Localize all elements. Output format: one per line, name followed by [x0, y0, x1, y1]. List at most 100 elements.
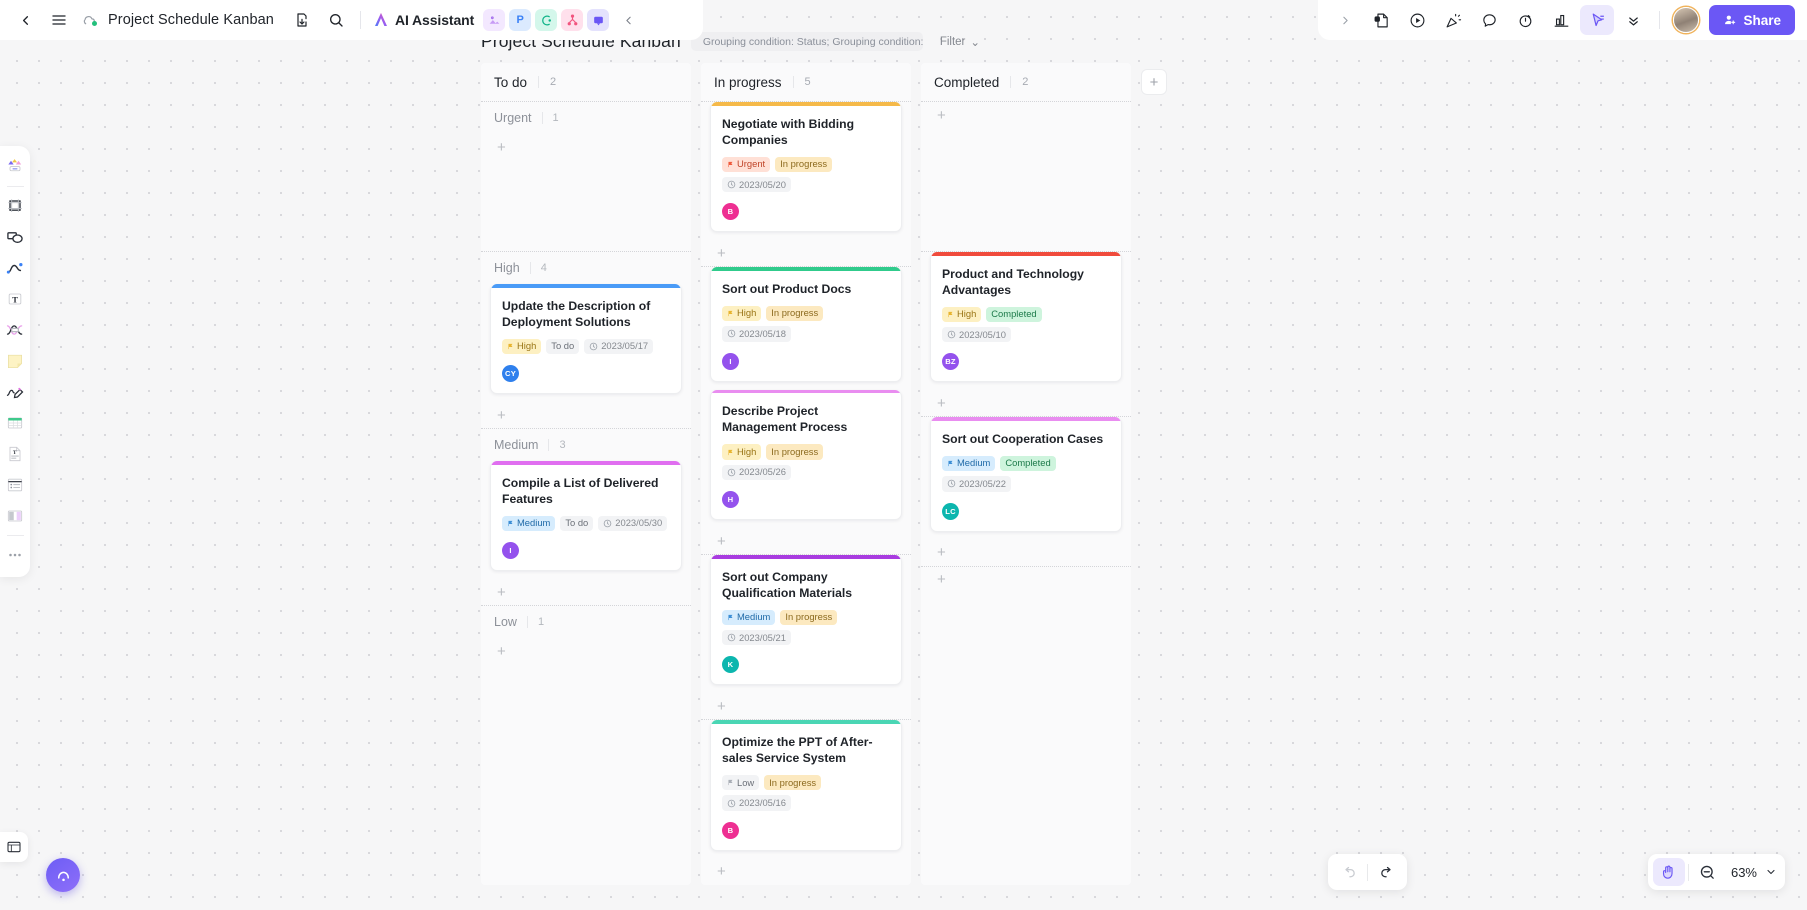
text-tool[interactable]: T — [2, 284, 28, 314]
shape-ellipse-tool[interactable] — [2, 222, 28, 252]
due-date-tag[interactable]: 2023/05/17 — [584, 338, 654, 355]
kanban-card[interactable]: Update the Description of Deployment Sol… — [490, 284, 682, 395]
card-assignee-avatar[interactable]: CY — [502, 365, 519, 383]
add-card-button[interactable]: + — [710, 528, 902, 554]
search-icon[interactable] — [319, 5, 353, 35]
user-avatar[interactable] — [1673, 7, 1700, 33]
due-date-tag[interactable]: 2023/05/26 — [722, 464, 791, 481]
zoom-out-icon[interactable] — [1692, 858, 1724, 886]
kanban-card[interactable]: Sort out Product Docs High In progress 2… — [710, 267, 902, 382]
card-assignee-avatar[interactable]: LC — [942, 502, 959, 520]
kanban-card[interactable]: Optimize the PPT of After-sales Service … — [710, 720, 902, 851]
undo-icon[interactable] — [1332, 858, 1364, 886]
kanban-card[interactable]: Compile a List of Delivered Features Med… — [490, 461, 682, 572]
shapes-tool[interactable] — [2, 152, 28, 182]
file-panel-icon[interactable] — [0, 832, 28, 862]
cursor-pointer-icon[interactable] — [1580, 5, 1615, 35]
column-header[interactable]: To do 2 — [481, 63, 691, 101]
expand-right-icon[interactable] — [1328, 5, 1362, 35]
document-title[interactable]: Project Schedule Kanban — [103, 9, 279, 31]
due-date-tag[interactable]: 2023/05/21 — [722, 630, 791, 646]
chat-app-icon[interactable] — [587, 9, 610, 31]
add-card-button[interactable]: + — [930, 102, 1122, 128]
status-tag[interactable]: In progress — [764, 775, 822, 791]
vote-chart-icon[interactable] — [1544, 5, 1578, 35]
priority-tag[interactable]: High — [722, 305, 762, 322]
celebrate-icon[interactable] — [1436, 5, 1470, 35]
back-button[interactable] — [8, 5, 42, 35]
filter-button[interactable]: Filter ⌄ — [933, 32, 987, 51]
ai-assistant-button[interactable]: AI Assistant — [368, 7, 481, 33]
present-play-icon[interactable] — [1400, 5, 1434, 35]
kanban-card[interactable]: Product and Technology Advantages High C… — [930, 252, 1122, 383]
speech-bubble-icon[interactable] — [1472, 5, 1506, 35]
draw-pencil-tool[interactable] — [2, 377, 28, 407]
priority-tag[interactable]: High — [502, 338, 542, 355]
priority-tag[interactable]: High — [722, 444, 762, 460]
card-assignee-avatar[interactable]: K — [722, 656, 739, 674]
due-date-tag[interactable]: 2023/05/18 — [722, 326, 791, 342]
due-date-tag[interactable]: 2023/05/30 — [598, 515, 668, 532]
add-card-button[interactable]: + — [710, 693, 902, 719]
status-tag[interactable]: In progress — [766, 444, 824, 460]
redo-icon[interactable] — [1371, 858, 1403, 886]
swimlane-header[interactable]: Low 1 — [490, 606, 682, 638]
comment-note-icon[interactable] — [1364, 5, 1398, 35]
add-card-button[interactable]: + — [490, 134, 682, 160]
priority-tag[interactable]: High — [942, 306, 982, 323]
status-tag[interactable]: To do — [560, 515, 594, 532]
help-assistant-icon[interactable] — [46, 858, 80, 892]
status-tag[interactable]: In progress — [766, 305, 824, 322]
column-header[interactable]: Completed 2 — [921, 63, 1131, 101]
add-card-button[interactable]: + — [930, 390, 1122, 416]
priority-tag[interactable]: Medium — [942, 455, 996, 472]
card-assignee-avatar[interactable]: I — [502, 542, 519, 560]
swimlane-header[interactable]: Medium 3 — [490, 429, 682, 461]
card-assignee-avatar[interactable]: B — [722, 203, 739, 221]
presentation-app-icon[interactable]: P — [509, 9, 532, 31]
swimlane-header[interactable]: Urgent 1 — [490, 102, 682, 134]
connector-tool[interactable] — [2, 315, 28, 345]
list-tool[interactable] — [2, 470, 28, 500]
add-column-button[interactable]: + — [1141, 69, 1167, 95]
swimlane-header[interactable]: High 4 — [490, 252, 682, 284]
card-assignee-avatar[interactable]: B — [722, 821, 739, 839]
status-tag[interactable]: In progress — [775, 156, 833, 173]
add-card-button[interactable]: + — [710, 240, 902, 266]
collapse-toolbar-button[interactable] — [611, 5, 645, 35]
hand-tool-icon[interactable] — [1652, 858, 1685, 886]
more-chevrons-icon[interactable] — [1616, 5, 1650, 35]
due-date-tag[interactable]: 2023/05/16 — [722, 795, 791, 811]
kanban-card[interactable]: Negotiate with Bidding Companies Urgent … — [710, 102, 902, 233]
zoom-level-label[interactable]: 63% — [1724, 865, 1762, 880]
add-card-button[interactable]: + — [710, 859, 902, 885]
due-date-tag[interactable]: 2023/05/10 — [942, 327, 1011, 343]
priority-tag[interactable]: Medium — [502, 515, 556, 532]
more-tools[interactable] — [2, 540, 28, 570]
priority-tag[interactable]: Low — [722, 775, 760, 791]
column-header[interactable]: In progress 5 — [701, 63, 911, 101]
status-tag[interactable]: In progress — [780, 609, 838, 626]
share-button[interactable]: Share — [1709, 5, 1795, 35]
due-date-tag[interactable]: 2023/05/22 — [942, 476, 1011, 492]
due-date-tag[interactable]: 2023/05/20 — [722, 177, 791, 193]
document-tool[interactable]: T — [2, 439, 28, 469]
mindmap-app-icon[interactable] — [535, 9, 558, 31]
add-card-button[interactable]: + — [490, 402, 682, 428]
priority-tag[interactable]: Urgent — [722, 156, 771, 173]
chevron-down-icon[interactable] — [1762, 858, 1780, 886]
kanban-card[interactable]: Sort out Company Qualification Materials… — [710, 555, 902, 686]
add-card-button[interactable]: + — [490, 579, 682, 605]
table-tool[interactable] — [2, 408, 28, 438]
priority-tag[interactable]: Medium — [722, 609, 776, 626]
card-assignee-avatar[interactable]: H — [722, 491, 739, 509]
add-card-button[interactable]: + — [490, 638, 682, 664]
frame-tool[interactable] — [2, 191, 28, 221]
layout-tool[interactable] — [2, 501, 28, 531]
image-app-icon[interactable] — [483, 9, 506, 31]
kanban-card[interactable]: Describe Project Management Process High… — [710, 389, 902, 521]
card-assignee-avatar[interactable]: BZ — [942, 353, 959, 371]
timer-icon[interactable] — [1508, 5, 1542, 35]
card-assignee-avatar[interactable]: I — [722, 352, 739, 370]
grouping-condition-button[interactable]: Grouping condition: Status; Grouping con… — [690, 32, 923, 51]
